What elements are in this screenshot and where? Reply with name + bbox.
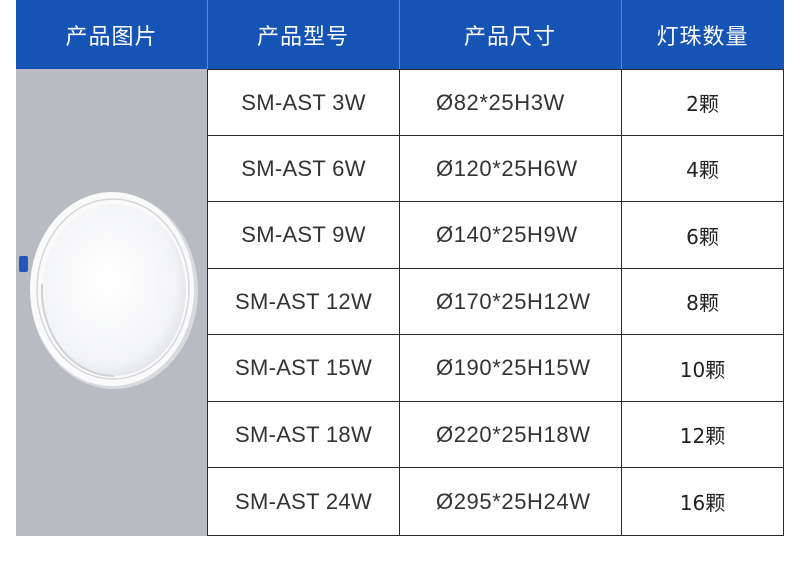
led-count-cell: 8颗: [686, 291, 719, 315]
header-model: 产品型号: [256, 24, 349, 50]
size-cell: Ø220*25H18W: [436, 421, 591, 447]
model-cell: SM-AST 9W: [241, 222, 366, 247]
row-divider: [207, 535, 784, 536]
column-divider: [783, 69, 784, 536]
size-cell: Ø295*25H24W: [436, 488, 591, 514]
size-cell: Ø82*25H3W: [436, 89, 565, 115]
size-cell: Ø140*25H9W: [436, 222, 578, 247]
size-cell: Ø170*25H12W: [436, 288, 591, 314]
header-size: 产品尺寸: [463, 24, 556, 50]
model-cell: SM-AST 6W: [241, 155, 366, 181]
model-cell: SM-AST 3W: [241, 89, 366, 115]
model-cell: SM-AST 18W: [234, 421, 373, 447]
led-count-cell: 12颗: [679, 424, 726, 448]
header-divider: [207, 0, 208, 69]
header-divider: [399, 0, 400, 69]
led-count-cell: 10颗: [679, 357, 726, 382]
model-cell: SM-AST 15W: [234, 355, 373, 380]
size-cell: Ø120*25H6W: [436, 155, 578, 181]
model-cell: SM-AST 24W: [234, 488, 373, 514]
header-product-image: 产品图片: [65, 24, 158, 50]
size-cell: Ø190*25H15W: [436, 355, 591, 380]
led-count-cell: 16颗: [679, 491, 726, 515]
model-cell: SM-AST 12W: [234, 288, 373, 314]
product-image: [16, 69, 207, 536]
led-count-cell: 4颗: [686, 158, 719, 182]
header-divider: [621, 0, 622, 69]
led-count-cell: 2颗: [686, 92, 719, 116]
led-count-cell: 6颗: [686, 224, 719, 249]
header-led-count: 灯珠数量: [656, 24, 749, 50]
round-led-downlight-icon: [19, 192, 198, 389]
